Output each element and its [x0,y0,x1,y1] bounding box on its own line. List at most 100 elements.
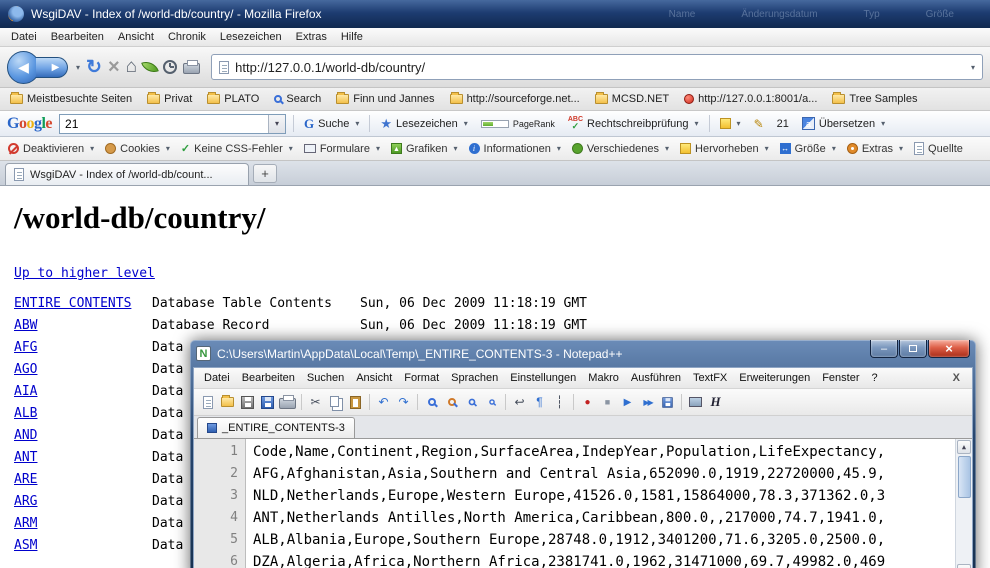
entry-link[interactable]: AIA [14,384,37,399]
npp-menu-item[interactable]: Fenster [816,370,865,386]
entry-link[interactable]: ARG [14,494,37,509]
notepad-plus-plus-window[interactable]: N C:\Users\Martin\AppData\Local\Temp\_EN… [190,340,976,568]
entry-link[interactable]: ASM [14,538,37,553]
bookmark-meistbesuchte-seiten[interactable]: Meistbesuchte Seiten [10,93,132,105]
google-search-box[interactable]: ▾ [59,114,286,134]
webdev-informationen[interactable]: iInformationen▾ [469,143,561,155]
url-bar[interactable]: http://127.0.0.1/world-db/country/ ▾ [211,54,983,80]
npp-menu-item[interactable]: Ansicht [350,370,398,386]
menu-item[interactable]: Chronik [161,29,213,45]
save-macro-icon[interactable] [659,394,676,411]
menu-item[interactable]: Datei [4,29,44,45]
cut-icon[interactable]: ✂ [307,394,324,411]
bookmark-plato[interactable]: PLATO [207,93,259,105]
word-wrap-icon[interactable]: ↩ [511,394,528,411]
entry-link[interactable]: ARE [14,472,37,487]
npp-menu-item[interactable]: Datei [198,370,236,386]
entry-link[interactable]: ABW [14,318,37,333]
history-chevron-down-icon[interactable]: ▾ [76,63,80,72]
open-folder-icon[interactable] [219,394,236,411]
webdev-grafiken[interactable]: ▲Grafiken▾ [391,143,458,155]
webdev-verschiedenes[interactable]: Verschiedenes▾ [572,143,669,155]
npp-menu-item[interactable]: ? [865,370,883,386]
bookmark-tree-samples[interactable]: Tree Samples [832,93,917,105]
entry-link[interactable]: ALB [14,406,37,421]
copy-icon[interactable] [327,394,344,411]
npp-editor[interactable]: 123456 Code,Name,Continent,Region,Surfac… [194,439,972,568]
menu-item[interactable]: Ansicht [111,29,161,45]
vertical-scrollbar[interactable]: ▲ ▼ [955,439,972,568]
forward-button[interactable]: ▶ [36,57,68,78]
close-button[interactable]: × [928,340,970,358]
home-button[interactable]: ⌂ [126,56,137,78]
webdev-quelltext[interactable]: Quellte [914,142,963,155]
up-to-higher-level-link[interactable]: Up to higher level [14,266,155,281]
stop-macro-icon[interactable]: ■ [599,394,616,411]
npp-tab-entire-contents[interactable]: _ENTIRE_CONTENTS-3 [197,417,355,438]
menu-item[interactable]: Bearbeiten [44,29,111,45]
menu-item[interactable]: Lesezeichen [213,29,289,45]
google-search-input[interactable] [60,117,268,131]
bookmark-mcsd-net[interactable]: MCSD.NET [595,93,669,105]
undo-icon[interactable]: ↶ [375,394,392,411]
play-macro-icon[interactable]: ▶ [619,394,636,411]
webdev-deaktivieren[interactable]: Deaktivieren▾ [8,143,94,155]
npp-menu-item[interactable]: Bearbeiten [236,370,301,386]
npp-menu-item[interactable]: Einstellungen [504,370,582,386]
google-suche-button[interactable]: GSuche▾ [301,114,362,134]
redo-icon[interactable]: ↷ [395,394,412,411]
zoom-in-icon[interactable] [463,394,480,411]
menu-item[interactable]: Extras [289,29,334,45]
scrollbar-thumb[interactable] [958,456,971,498]
pagerank-indicator[interactable]: PageRank [478,117,558,131]
find-icon[interactable] [423,394,440,411]
webdev-formulare[interactable]: Formulare▾ [304,143,380,155]
npp-menu-item[interactable]: Makro [582,370,625,386]
npp-menu-item[interactable]: Sprachen [445,370,504,386]
menu-item[interactable]: Hilfe [334,29,370,45]
html-viewer-icon[interactable]: H [707,394,724,411]
search-chevron-down-icon[interactable]: ▾ [268,115,285,133]
npp-menu-item[interactable]: TextFX [687,370,733,386]
npp-menu-item[interactable]: Format [398,370,445,386]
code-area[interactable]: Code,Name,Continent,Region,SurfaceArea,I… [246,439,955,568]
autofill-button[interactable]: ✎ [751,115,767,133]
npp-titlebar[interactable]: N C:\Users\Martin\AppData\Local\Temp\_EN… [193,340,973,367]
minimize-button[interactable]: – [870,340,898,358]
stop-button[interactable]: × [108,58,120,76]
urlbar-chevron-down-icon[interactable]: ▾ [971,63,975,72]
refresh-button[interactable]: ↻ [86,56,102,79]
tab-wsgidav[interactable]: WsgiDAV - Index of /world-db/count... [5,163,249,185]
paragraph-marks-icon[interactable]: ¶ [531,394,548,411]
indent-guide-icon[interactable]: ┆ [551,394,568,411]
scroll-down-icon[interactable]: ▼ [957,564,971,568]
replace-icon[interactable] [443,394,460,411]
print-icon[interactable] [279,394,296,411]
zoom-out-icon[interactable] [483,394,500,411]
webdev-groesse[interactable]: ↔Größe▾ [780,143,836,155]
url-text[interactable]: http://127.0.0.1/world-db/country/ [235,60,425,75]
new-tab-button[interactable]: + [253,164,277,183]
webdev-extras[interactable]: Extras▾ [847,143,903,155]
save-icon[interactable] [239,394,256,411]
webdev-css[interactable]: ✓Keine CSS-Fehler▾ [181,142,293,155]
paste-icon[interactable] [347,394,364,411]
entry-link[interactable]: AGO [14,362,37,377]
google-lesezeichen-button[interactable]: ★Lesezeichen▾ [377,116,470,132]
entry-link[interactable]: ARM [14,516,37,531]
menu-close-button[interactable]: X [945,372,968,384]
highlighter-button[interactable]: ▾ [717,116,744,131]
run-multiple-icon[interactable]: ▶▶ [639,394,656,411]
spellcheck-button[interactable]: ABC✓Rechtschreibprüfung▾ [565,114,702,133]
feather-addon-icon[interactable] [141,58,159,76]
printer-icon[interactable] [183,63,200,74]
bookmark-127-0-0-1[interactable]: http://127.0.0.1:8001/a... [684,93,817,105]
npp-menu-item[interactable]: Ausführen [625,370,687,386]
entry-link[interactable]: ENTIRE CONTENTS [14,296,131,311]
new-file-icon[interactable] [199,394,216,411]
bookmark-privat[interactable]: Privat [147,93,192,105]
npp-menu-item[interactable]: Erweiterungen [733,370,816,386]
bookmark-search[interactable]: Search [274,93,321,105]
save-all-icon[interactable] [259,394,276,411]
entry-link[interactable]: AND [14,428,37,443]
